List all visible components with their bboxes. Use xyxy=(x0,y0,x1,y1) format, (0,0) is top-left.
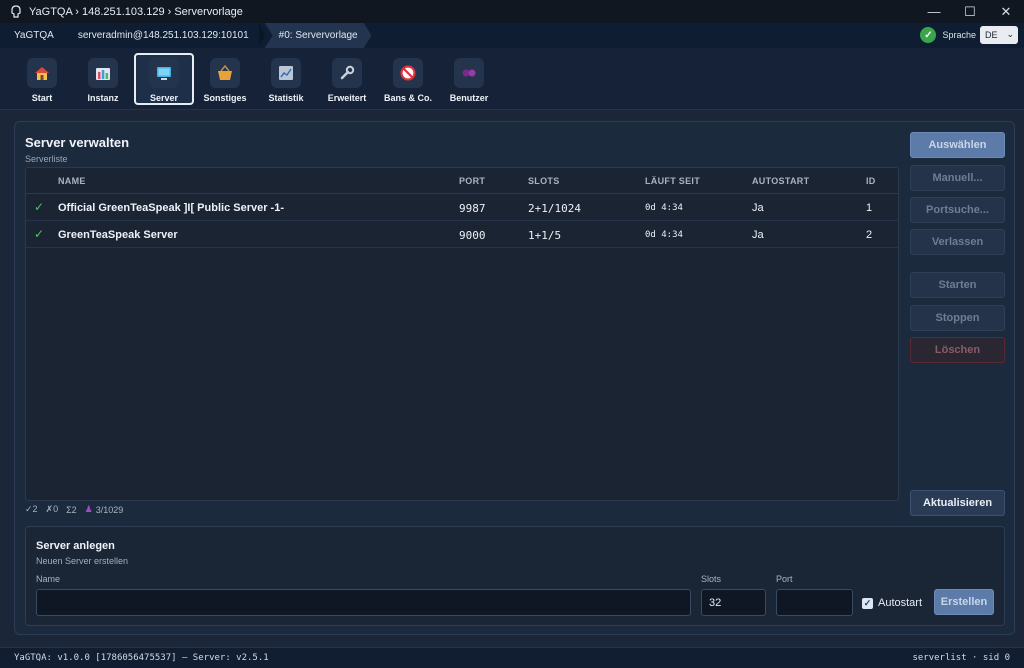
breadcrumb-server[interactable]: #0: Servervorlage xyxy=(265,23,372,48)
toolbar-start-label: Start xyxy=(31,93,53,103)
col-uptime[interactable]: LÄUFT SEIT xyxy=(645,176,700,186)
user-icon: ♟ xyxy=(84,504,93,514)
cell-autostart: Ja xyxy=(752,229,764,241)
toolbar-erweitert-label: Erweitert xyxy=(327,93,367,103)
users-icon xyxy=(454,58,484,88)
chart-icon xyxy=(271,58,301,88)
breadcrumb: YaGTQA serveradmin@148.251.103.129:10101… xyxy=(0,23,1024,48)
close-button[interactable]: ✕ xyxy=(988,0,1024,23)
create-subtitle: Neuen Server erstellen xyxy=(36,556,129,566)
toolbar-instanz-label: Instanz xyxy=(87,93,119,103)
create-button[interactable]: Erstellen xyxy=(934,589,994,615)
stat-total: Σ2 xyxy=(66,504,77,515)
context-info: serverlist · sid 0 xyxy=(912,653,1010,663)
page-subtitle: Serverliste xyxy=(25,154,68,164)
status-check-icon: ✓ xyxy=(34,227,45,241)
language-label: Sprache xyxy=(942,30,976,40)
toolbar-benutzer[interactable]: Benutzer xyxy=(439,53,499,105)
stat-online: ✓2 xyxy=(25,504,38,514)
page-title: Server verwalten xyxy=(25,135,130,150)
toolbar-statistik-label: Statistik xyxy=(268,93,304,103)
toolbar-instanz[interactable]: Instanz xyxy=(73,53,133,105)
home-icon xyxy=(27,58,57,88)
create-title: Server anlegen xyxy=(36,540,115,552)
toolbar-sonstiges[interactable]: Sonstiges xyxy=(195,53,255,105)
language-value: DE xyxy=(985,30,998,40)
leave-button[interactable]: Verlassen xyxy=(910,229,1005,255)
cell-port: 9987 xyxy=(459,202,486,215)
breadcrumb-app[interactable]: YaGTQA xyxy=(0,23,68,48)
table-row[interactable]: ✓ Official GreenTeaSpeak ]I[ Public Serv… xyxy=(26,194,898,221)
col-name[interactable]: NAME xyxy=(58,176,86,186)
breadcrumb-connection[interactable]: serveradmin@148.251.103.129:10101 xyxy=(68,23,265,48)
stat-clients: ♟ 3/1029 xyxy=(85,504,124,515)
ban-icon xyxy=(393,58,423,88)
cell-autostart: Ja xyxy=(752,202,764,214)
start-button[interactable]: Starten xyxy=(910,272,1005,298)
port-input[interactable] xyxy=(776,589,853,616)
language-select[interactable]: DE ⌄ xyxy=(980,26,1018,44)
minimize-button[interactable]: — xyxy=(916,0,952,23)
create-server-panel: Server anlegen Neuen Server erstellen Na… xyxy=(25,526,1005,626)
stat-clients-value: 3/1029 xyxy=(95,504,124,515)
manual-button[interactable]: Manuell... xyxy=(910,165,1005,191)
toolbar-bans-label: Bans & Co. xyxy=(383,93,432,103)
status-bar: YaGTQA: v1.0.0 [1786056475537] — Server:… xyxy=(0,647,1024,668)
basket-icon xyxy=(210,58,240,88)
table-header: NAME PORT SLOTS LÄUFT SEIT AUTOSTART ID xyxy=(26,168,898,194)
check-circle-icon: ✓ xyxy=(920,27,937,43)
name-input[interactable] xyxy=(36,589,691,616)
refresh-button[interactable]: Aktualisieren xyxy=(910,490,1005,516)
title-bar: YaGTQA › 148.251.103.129 › Servervorlage… xyxy=(0,0,1024,23)
cell-id: 1 xyxy=(866,202,873,214)
server-monitor-icon xyxy=(149,58,179,88)
autostart-checkbox[interactable]: ✓ Autostart xyxy=(862,597,922,609)
toolbar-erweitert[interactable]: Erweitert xyxy=(317,53,377,105)
slots-input[interactable]: 32 xyxy=(701,589,766,616)
toolbar-sonstiges-label: Sonstiges xyxy=(203,93,247,103)
slots-label: Slots xyxy=(701,574,722,584)
delete-button[interactable]: Löschen xyxy=(910,337,1005,363)
cell-slots: 1+1/5 xyxy=(528,229,562,242)
col-autostart[interactable]: AUTOSTART xyxy=(752,176,809,186)
instance-icon xyxy=(88,58,118,88)
toolbar-benutzer-label: Benutzer xyxy=(449,93,489,103)
col-port[interactable]: PORT xyxy=(459,176,485,186)
checkbox-checked-icon: ✓ xyxy=(862,597,873,609)
cell-slots: 2+1/1024 xyxy=(528,202,581,215)
autostart-label: Autostart xyxy=(878,597,923,609)
port-label: Port xyxy=(776,574,793,584)
cell-uptime: 0d 4:34 xyxy=(645,230,683,240)
app-icon xyxy=(9,5,23,19)
stat-offline: ✗0 xyxy=(45,504,59,514)
select-button[interactable]: Auswählen xyxy=(910,132,1005,158)
server-stats: ✓2 ✗0 Σ2 ♟ 3/1029 xyxy=(25,504,123,515)
toolbar-server[interactable]: Server xyxy=(134,53,194,105)
server-table: NAME PORT SLOTS LÄUFT SEIT AUTOSTART ID … xyxy=(25,167,899,501)
maximize-button[interactable]: ☐ xyxy=(952,0,988,23)
toolbar-server-label: Server xyxy=(149,93,179,103)
col-id[interactable]: ID xyxy=(866,176,876,186)
cell-name: GreenTeaSpeak Server xyxy=(58,229,178,241)
wrench-icon xyxy=(332,58,362,88)
stop-button[interactable]: Stoppen xyxy=(910,305,1005,331)
window-title: YaGTQA › 148.251.103.129 › Servervorlage xyxy=(29,5,243,18)
cell-id: 2 xyxy=(866,229,873,241)
cell-uptime: 0d 4:34 xyxy=(645,203,683,213)
col-slots[interactable]: SLOTS xyxy=(528,176,560,186)
version-info: YaGTQA: v1.0.0 [1786056475537] — Server:… xyxy=(14,653,269,663)
table-row[interactable]: ✓ GreenTeaSpeak Server 9000 1+1/5 0d 4:3… xyxy=(26,221,898,248)
portsearch-button[interactable]: Portsuche... xyxy=(910,197,1005,223)
toolbar-start[interactable]: Start xyxy=(12,53,72,105)
cell-port: 9000 xyxy=(459,229,486,242)
name-label: Name xyxy=(36,574,61,584)
status-check-icon: ✓ xyxy=(34,200,45,214)
toolbar-bans[interactable]: Bans & Co. xyxy=(378,53,438,105)
main-toolbar: Start Instanz Server Sonstiges Statistik… xyxy=(0,48,1024,110)
chevron-down-icon: ⌄ xyxy=(1006,29,1014,39)
cell-name: Official GreenTeaSpeak ]I[ Public Server… xyxy=(58,202,284,214)
server-panel: Server verwalten Serverliste NAME PORT S… xyxy=(14,121,1015,635)
toolbar-statistik[interactable]: Statistik xyxy=(256,53,316,105)
